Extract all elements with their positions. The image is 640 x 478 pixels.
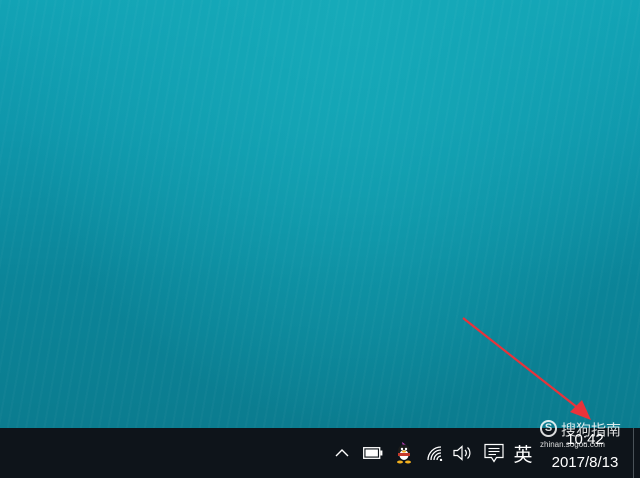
volume-icon xyxy=(453,445,471,461)
clock-date: 2017/8/13 xyxy=(551,454,619,471)
watermark-title: 搜狗指南 xyxy=(561,421,622,439)
sogou-logo-icon: S xyxy=(540,420,557,437)
show-hidden-icons-button[interactable] xyxy=(333,428,351,478)
volume-button[interactable] xyxy=(452,428,474,478)
battery-icon xyxy=(363,447,383,459)
desktop-background xyxy=(0,0,640,428)
action-center-button[interactable] xyxy=(482,428,506,478)
qq-tray-button[interactable] xyxy=(393,428,415,478)
watermark-subtitle: zhinan.sogou.com xyxy=(540,440,605,449)
show-desktop-button[interactable] xyxy=(633,428,640,478)
action-center-icon xyxy=(484,443,504,463)
battery-button[interactable] xyxy=(362,428,384,478)
chevron-up-icon xyxy=(335,449,349,457)
network-button[interactable] xyxy=(424,428,446,478)
qq-penguin-icon xyxy=(397,442,411,464)
input-language-label: 英 xyxy=(513,443,533,466)
wifi-icon xyxy=(427,446,443,461)
input-language-button[interactable]: 英 xyxy=(511,428,535,478)
